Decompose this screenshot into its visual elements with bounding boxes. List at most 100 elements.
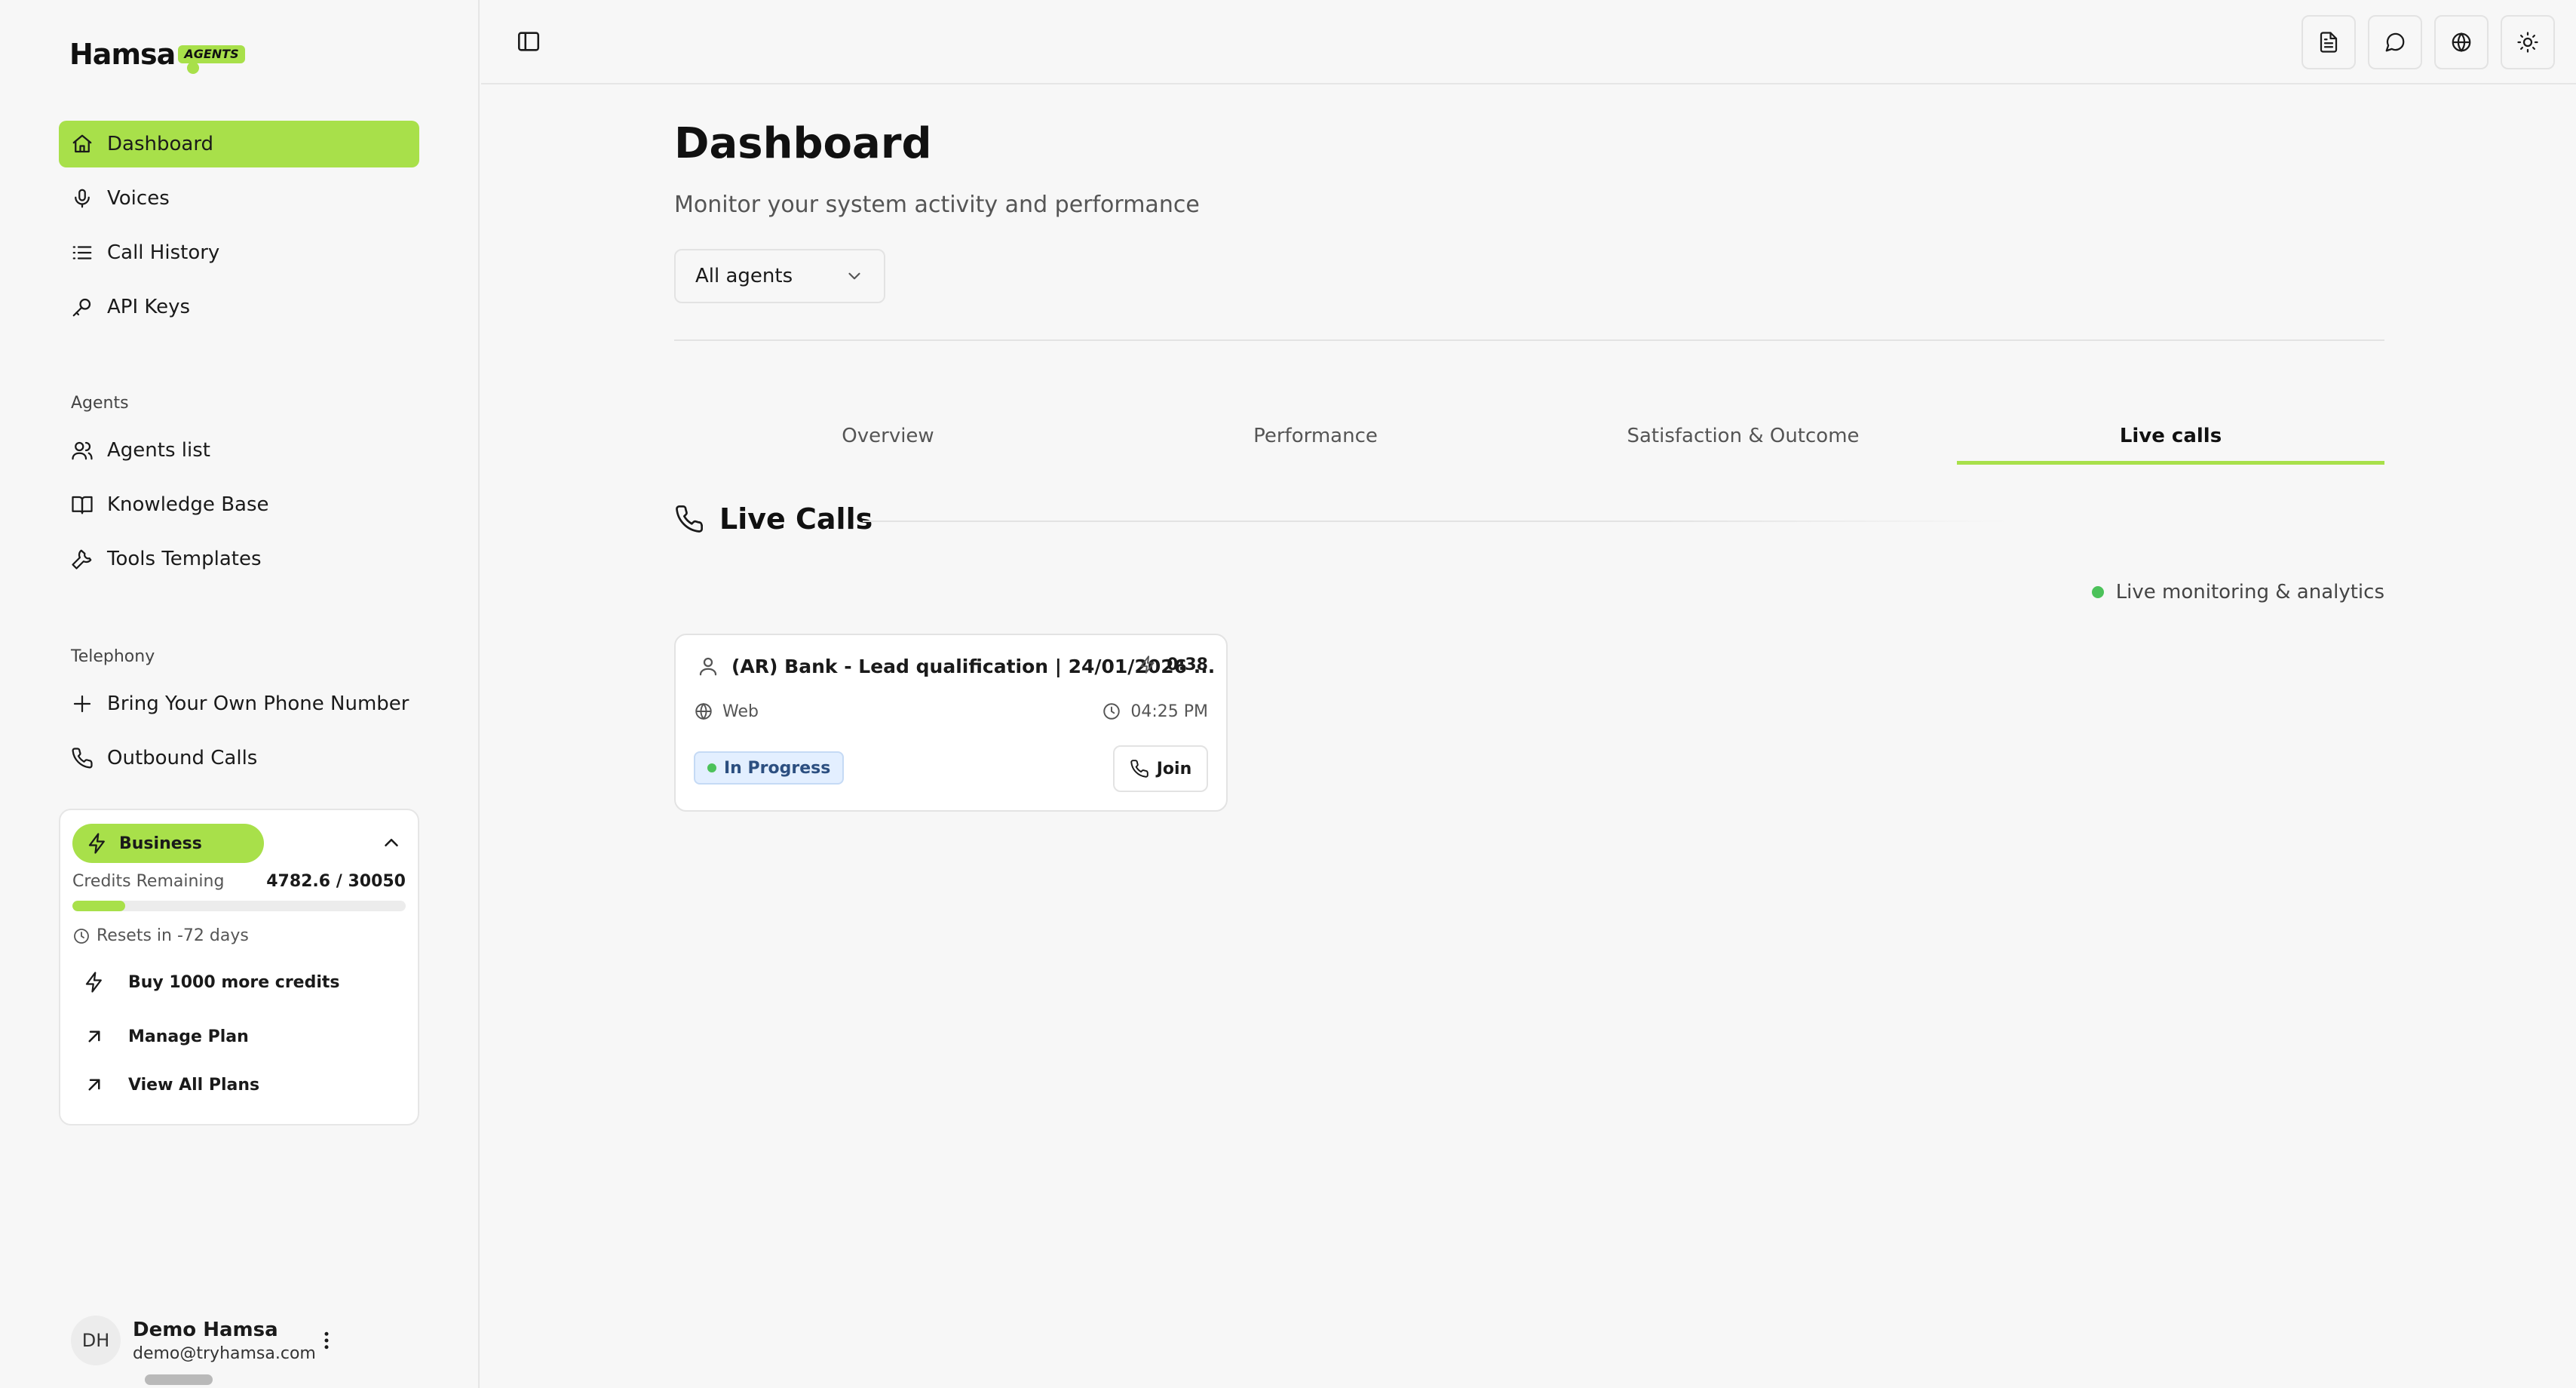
phone-icon (1130, 760, 1148, 778)
sidebar-item-label: Call History (107, 241, 220, 264)
status-label: In Progress (724, 758, 831, 778)
more-vertical-icon[interactable] (315, 1329, 338, 1352)
plan-card: Business Credits Remaining 4782.6 / 3005… (59, 809, 419, 1125)
sidebar-item-label: Agents list (107, 439, 210, 462)
sidebar-item-voices[interactable]: Voices (59, 175, 419, 222)
message-circle-icon (2385, 32, 2405, 52)
call-channel: Web (694, 702, 759, 721)
dashboard-tabs: Overview Performance Satisfaction & Outc… (674, 407, 2384, 465)
list-icon (72, 246, 92, 259)
brand-badge: AGENTS (178, 45, 245, 63)
theme-toggle-button[interactable] (2501, 15, 2555, 69)
globe-icon (695, 702, 712, 720)
sidebar-item-dashboard[interactable]: Dashboard (59, 121, 419, 167)
buy-credits-label: Buy 1000 more credits (128, 972, 340, 992)
users-icon (72, 441, 93, 460)
lightning-icon (1140, 656, 1155, 674)
sidebar-item-bring-your-own-number[interactable]: Bring Your Own Phone Number (59, 680, 419, 727)
sidebar-item-label: API Keys (107, 296, 191, 318)
document-icon (2320, 32, 2338, 53)
chevron-down-icon (848, 272, 860, 280)
user-name: Demo Hamsa (133, 1318, 278, 1341)
manage-plan-label: Manage Plan (128, 1027, 249, 1046)
sidebar-item-knowledge-base[interactable]: Knowledge Base (59, 481, 419, 528)
status-badge: In Progress (694, 751, 845, 785)
live-calls-title: Live Calls (719, 502, 873, 536)
clock-icon (1103, 703, 1121, 720)
agent-filter-select[interactable]: All agents (674, 249, 885, 303)
sidebar-item-label: Knowledge Base (107, 493, 269, 516)
phone-icon (72, 748, 93, 769)
arrow-up-right-icon (88, 1079, 100, 1091)
join-label: Join (1156, 759, 1192, 778)
call-duration-value: 0:38 (1167, 655, 1208, 674)
status-dot (707, 763, 716, 772)
divider (674, 339, 2384, 341)
sidebar-item-outbound-calls[interactable]: Outbound Calls (59, 735, 419, 782)
clock-icon (74, 928, 89, 944)
live-monitoring-label: Live monitoring & analytics (2115, 581, 2384, 603)
credits-label: Credits Remaining (72, 872, 225, 891)
arrow-up-right-icon (88, 1030, 100, 1043)
call-duration: 0:38 (1138, 655, 1208, 674)
sidebar-toggle-icon[interactable] (516, 29, 541, 54)
user-icon (699, 657, 717, 676)
sidebar-item-api-keys[interactable]: API Keys (59, 284, 419, 330)
microphone-icon (75, 189, 90, 208)
sidebar-item-label: Bring Your Own Phone Number (107, 692, 409, 715)
sidebar-item-label: Voices (107, 187, 170, 210)
section-label-agents: Agents (71, 394, 129, 413)
page-title: Dashboard (674, 119, 932, 168)
key-icon (72, 298, 91, 317)
home-icon (72, 134, 92, 153)
chat-button[interactable] (2368, 15, 2422, 69)
manage-plan-button[interactable]: Manage Plan (83, 1015, 400, 1058)
sidebar: Hamsa AGENTS Dashboard Voices Call Histo… (0, 0, 480, 1388)
buy-credits-button[interactable]: Buy 1000 more credits (83, 961, 400, 1003)
sidebar-item-label: Outbound Calls (107, 747, 258, 769)
docs-button[interactable] (2302, 15, 2356, 69)
plan-badge: Business (72, 824, 264, 863)
section-divider (863, 520, 2009, 522)
lightning-icon (85, 972, 102, 993)
sidebar-item-tools-templates[interactable]: Tools Templates (59, 536, 419, 582)
avatar: DH (71, 1316, 121, 1365)
sidebar-item-agents-list[interactable]: Agents list (59, 427, 419, 474)
section-label-telephony: Telephony (71, 647, 155, 666)
user-email: demo@tryhamsa.com (133, 1343, 316, 1363)
sidebar-item-call-history[interactable]: Call History (59, 229, 419, 276)
top-bar (481, 0, 2576, 84)
brand-dot (187, 62, 199, 74)
tab-satisfaction-outcome[interactable]: Satisfaction & Outcome (1529, 407, 1957, 465)
live-dot (2091, 586, 2104, 598)
call-time: 04:25 PM (1102, 702, 1208, 721)
brand-logo[interactable]: Hamsa AGENTS (69, 38, 245, 74)
credits-progress-fill (72, 901, 126, 911)
page-subtitle: Monitor your system activity and perform… (674, 192, 1200, 218)
chevron-up-icon[interactable] (380, 831, 403, 854)
resets-text: Resets in -72 days (97, 926, 249, 945)
book-icon (72, 496, 93, 514)
agent-filter-value: All agents (695, 265, 793, 287)
user-profile[interactable]: DH Demo Hamsa demo@tryhamsa.com (71, 1316, 316, 1365)
globe-icon (2452, 32, 2471, 53)
sidebar-item-label: Dashboard (107, 133, 214, 155)
call-time-value: 04:25 PM (1130, 702, 1208, 721)
phone-icon (676, 505, 704, 533)
language-button[interactable] (2434, 15, 2489, 69)
live-monitoring-indicator: Live monitoring & analytics (2091, 581, 2384, 603)
resets-info: Resets in -72 days (72, 926, 249, 945)
view-all-plans-label: View All Plans (128, 1075, 260, 1095)
live-call-card[interactable]: (AR) Bank - Lead qualification | 24/01/2… (674, 634, 1228, 812)
call-channel-value: Web (722, 702, 759, 721)
plan-name: Business (119, 834, 202, 853)
tab-performance[interactable]: Performance (1102, 407, 1529, 465)
sidebar-scrollbar[interactable] (145, 1374, 213, 1385)
tab-overview[interactable]: Overview (674, 407, 1102, 465)
view-all-plans-button[interactable]: View All Plans (83, 1064, 400, 1106)
sun-icon (2517, 32, 2538, 53)
live-calls-header: Live Calls (674, 502, 872, 536)
lightning-icon (88, 833, 105, 854)
tab-live-calls[interactable]: Live calls (1957, 407, 2384, 465)
join-call-button[interactable]: Join (1113, 745, 1208, 792)
